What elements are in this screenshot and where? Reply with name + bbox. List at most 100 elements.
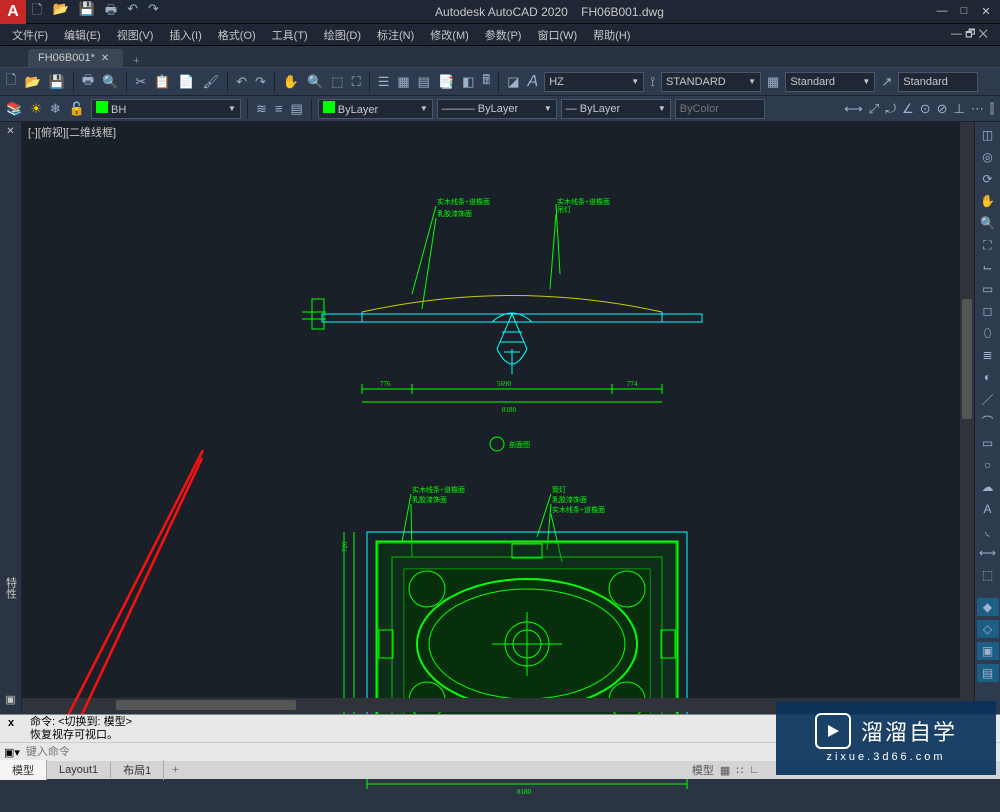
dim-linear-icon[interactable]: ⟷: [842, 99, 865, 119]
layer-manager-icon[interactable]: 📚: [4, 99, 24, 119]
horizontal-scrollbar[interactable]: [22, 698, 960, 712]
match-icon[interactable]: 🖌: [201, 72, 222, 92]
file-tab-active[interactable]: FH06B001* ✕: [28, 49, 123, 67]
close-button[interactable]: ✕: [978, 5, 994, 18]
add-layout-button[interactable]: +: [164, 764, 186, 776]
close-tab-icon[interactable]: ✕: [101, 53, 109, 64]
palette-option-icon[interactable]: ▣: [5, 693, 15, 706]
menu-draw[interactable]: 绘图(D): [316, 25, 369, 45]
draworder-icon[interactable]: ◪: [505, 72, 521, 92]
vertical-scrollbar[interactable]: [960, 122, 974, 712]
minimize-button[interactable]: —: [934, 5, 950, 18]
layer-state-icon[interactable]: ▤: [288, 99, 304, 119]
layer-match-icon[interactable]: ≋: [254, 99, 269, 119]
properties-icon[interactable]: ☰: [376, 72, 392, 92]
layer-prev-icon[interactable]: ≡: [273, 99, 285, 118]
new-icon[interactable]: 🗋: [4, 69, 18, 95]
line-icon[interactable]: ／: [979, 390, 997, 408]
menu-parametric[interactable]: 参数(P): [477, 25, 530, 45]
text-icon[interactable]: A: [979, 500, 997, 518]
status-ortho-icon[interactable]: ∟: [749, 764, 760, 776]
pan-icon[interactable]: ✋: [281, 72, 301, 92]
menu-modify[interactable]: 修改(M): [422, 25, 477, 45]
status-bar[interactable]: 模型 ▦ ∷ ∟: [692, 762, 1000, 778]
dim-angular-icon[interactable]: ∠: [900, 99, 916, 119]
palette-b-icon[interactable]: ◇: [977, 620, 999, 638]
layer-drop[interactable]: BH ▼: [91, 99, 241, 119]
toolpalettes-icon[interactable]: ▤: [416, 72, 432, 92]
calc-icon[interactable]: 🖩: [480, 69, 492, 95]
dim-style-drop[interactable]: STANDARD▼: [661, 72, 761, 92]
zoom-extents-icon[interactable]: ⛶: [350, 72, 363, 92]
dim-continue-icon[interactable]: ⋯: [969, 99, 986, 119]
command-input[interactable]: [26, 746, 996, 758]
box-icon[interactable]: ◻: [979, 302, 997, 320]
dim-style-icon[interactable]: ⟟: [648, 72, 657, 92]
save-icon[interactable]: 💾: [47, 72, 67, 92]
command-window[interactable]: x 命令: <切换到: 模型> 恢复视存可视口。 ▣▾: [0, 714, 1000, 761]
view-plane-icon[interactable]: ▭: [979, 280, 997, 298]
palette-a-icon[interactable]: ◆: [977, 598, 999, 616]
dimension-icon[interactable]: ⟷: [979, 544, 997, 562]
dim-ordinate-icon[interactable]: ⊥: [952, 99, 967, 119]
viewport-label[interactable]: [-][俯视][二维线框]: [28, 124, 116, 140]
cut-icon[interactable]: ✂: [133, 72, 148, 92]
print-icon[interactable]: 🖶: [80, 69, 96, 95]
table-style-icon[interactable]: ▦: [765, 72, 781, 92]
maximize-button[interactable]: □: [956, 5, 972, 18]
status-grid-icon[interactable]: ▦: [720, 764, 730, 777]
text-style-icon[interactable]: A: [526, 71, 541, 93]
drawing-canvas[interactable]: [-][俯视][二维线框] 实木线条+道檐面 乳胶漆饰面 吊灯 实木线条+道檐面: [22, 122, 974, 712]
dim-diameter-icon[interactable]: ⊘: [935, 99, 950, 119]
block-icon[interactable]: ⬚: [979, 566, 997, 584]
palette-close-icon[interactable]: ✕: [6, 126, 14, 137]
pan-icon[interactable]: ✋: [979, 192, 997, 210]
menu-tools[interactable]: 工具(T): [264, 25, 316, 45]
redo-icon[interactable]: ↷: [253, 72, 268, 92]
qat-save-icon[interactable]: 💾: [77, 0, 97, 25]
cylinder-icon[interactable]: ⬯: [979, 324, 997, 342]
menu-dimension[interactable]: 标注(N): [369, 25, 422, 45]
zoom-icon[interactable]: 🔍: [305, 72, 325, 92]
markup-icon[interactable]: ◧: [460, 72, 476, 92]
menu-insert[interactable]: 插入(I): [161, 25, 209, 45]
zoom-extents-icon[interactable]: ⛶: [979, 236, 997, 254]
status-model[interactable]: 模型: [692, 762, 714, 778]
doc-window-controls[interactable]: — 🗗 ✕: [951, 25, 996, 44]
plotstyle-drop[interactable]: ByColor: [675, 99, 765, 119]
dim-radius-icon[interactable]: ⊙: [918, 99, 933, 119]
qat-print-icon[interactable]: 🖶: [103, 0, 119, 25]
new-tab-button[interactable]: +: [123, 55, 149, 67]
arc-icon[interactable]: ⌒: [979, 412, 997, 430]
palette-c-icon[interactable]: ▣: [977, 642, 999, 660]
nav-cube-icon[interactable]: ◫: [979, 126, 997, 144]
undo-icon[interactable]: ↶: [234, 72, 249, 92]
palette-d-icon[interactable]: ▤: [977, 664, 999, 682]
dim-baseline-icon[interactable]: ⫿: [988, 99, 996, 119]
qat-new-icon[interactable]: 🗋: [30, 0, 44, 25]
dim-arc-icon[interactable]: ⤾: [883, 99, 898, 119]
text-style-drop[interactable]: HZ▼: [544, 72, 644, 92]
steering-wheel-icon[interactable]: ◎: [979, 148, 997, 166]
dim-aligned-icon[interactable]: ⤢: [867, 99, 881, 119]
color-drop[interactable]: ByLayer ▼: [318, 99, 433, 119]
menu-format[interactable]: 格式(O): [210, 25, 264, 45]
menu-file[interactable]: 文件(F): [4, 25, 56, 45]
zoom-icon[interactable]: 🔍: [979, 214, 997, 232]
menu-view[interactable]: 视图(V): [109, 25, 162, 45]
table-style-drop[interactable]: Standard▼: [785, 72, 875, 92]
sun-icon[interactable]: ☀: [28, 99, 44, 119]
fillet-icon[interactable]: ◟: [979, 522, 997, 540]
lineweight-drop[interactable]: — ByLayer ▼: [561, 99, 671, 119]
app-logo[interactable]: A: [0, 0, 26, 24]
lock-icon[interactable]: 🔓: [67, 99, 87, 119]
open-icon[interactable]: 📂: [22, 72, 42, 92]
cmd-close-icon[interactable]: x: [8, 717, 14, 730]
mleader-style-drop[interactable]: Standard: [898, 72, 978, 92]
sheetset-icon[interactable]: 📑: [436, 72, 456, 92]
zoom-window-icon[interactable]: ⬚: [329, 72, 345, 92]
freeze-icon[interactable]: ❄: [48, 99, 63, 119]
tab-layout2[interactable]: 布局1: [111, 760, 164, 780]
tab-layout1[interactable]: Layout1: [47, 762, 111, 778]
menu-help[interactable]: 帮助(H): [585, 25, 638, 45]
